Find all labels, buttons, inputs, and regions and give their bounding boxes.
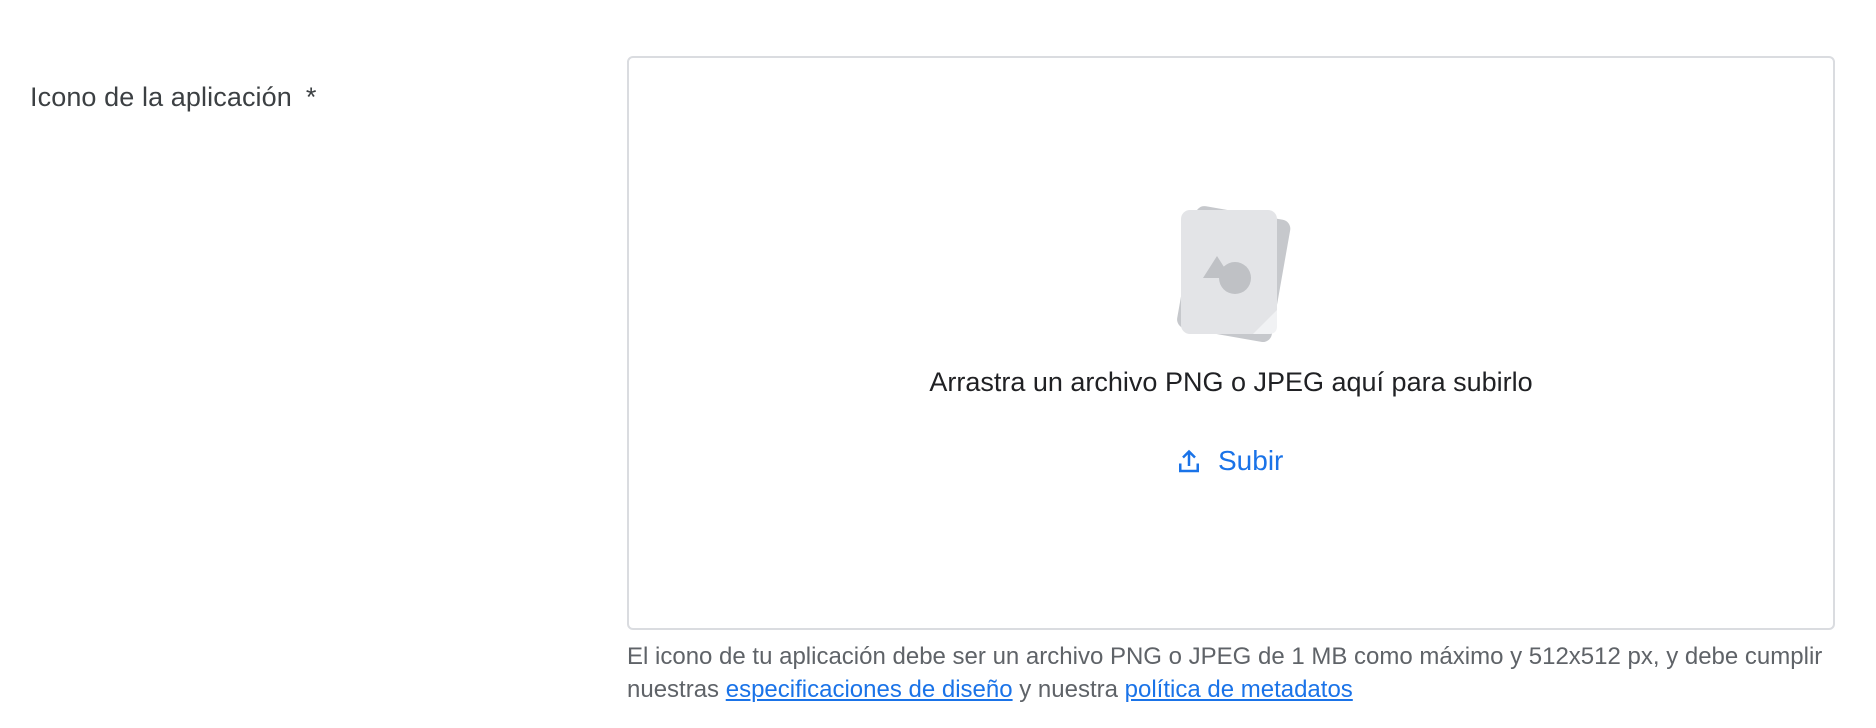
- upload-button-label: Subir: [1218, 445, 1284, 476]
- image-file-stack-icon: [1163, 198, 1303, 350]
- required-asterisk: *: [305, 82, 317, 112]
- design-specs-link[interactable]: especificaciones de diseño: [726, 676, 1013, 703]
- app-icon-upload-section: Icono de la aplicación * Arrastra un arch…: [0, 0, 1876, 728]
- field-label-text: Icono de la aplicación: [30, 82, 292, 112]
- upload-icon: [1174, 446, 1204, 476]
- help-text-middle: y nuestra: [1019, 676, 1118, 703]
- help-text: El icono de tu aplicación debe ser un ar…: [627, 640, 1847, 706]
- upload-button[interactable]: Subir: [1166, 437, 1291, 485]
- field-label: Icono de la aplicación *: [30, 82, 317, 113]
- dropzone-instructions: Arrastra un archivo PNG o JPEG aquí para…: [929, 367, 1533, 397]
- metadata-policy-link[interactable]: política de metadatos: [1125, 676, 1353, 703]
